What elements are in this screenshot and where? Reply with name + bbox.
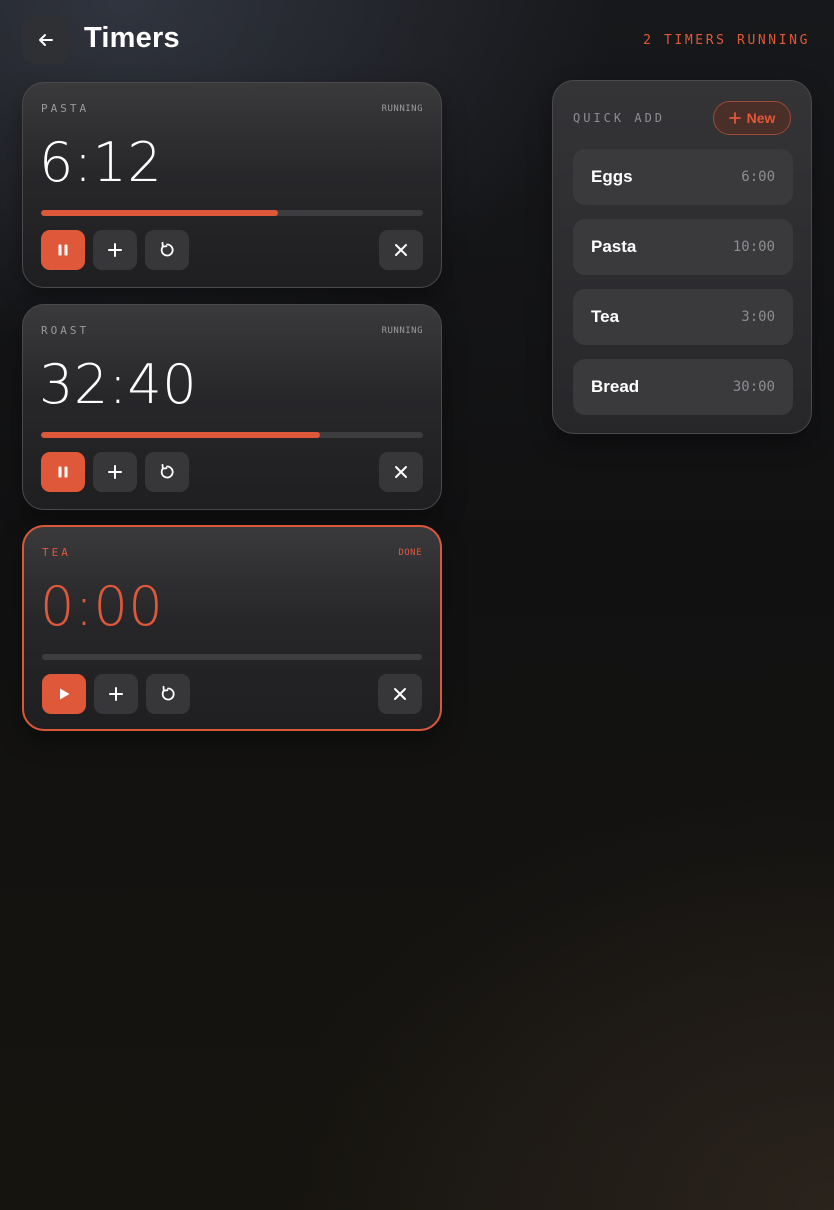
timer-label: PASTA bbox=[41, 102, 90, 115]
page-title: Timers bbox=[84, 22, 180, 54]
preset-duration: 30:00 bbox=[732, 379, 775, 395]
preset-name: Tea bbox=[591, 307, 620, 326]
timer-state-badge: RUNNING bbox=[381, 326, 423, 336]
add-time-button[interactable] bbox=[94, 674, 138, 714]
remove-timer-button[interactable] bbox=[379, 452, 423, 492]
preset-item-tea[interactable]: Tea 3:00 bbox=[573, 289, 793, 345]
remove-timer-button[interactable] bbox=[378, 674, 422, 714]
new-preset-label: New bbox=[746, 110, 776, 126]
reset-icon bbox=[160, 241, 174, 257]
preset-name: Eggs bbox=[591, 167, 633, 186]
timer-progress-fill bbox=[41, 210, 278, 216]
plus-icon bbox=[728, 112, 741, 124]
arrow-left-icon bbox=[39, 34, 53, 46]
reset-button[interactable] bbox=[145, 452, 189, 492]
timer-card-roast: ROAST RUNNING 32:40 bbox=[22, 304, 442, 510]
pause-icon bbox=[58, 466, 68, 478]
plus-icon bbox=[108, 243, 122, 257]
preset-duration: 3:00 bbox=[741, 309, 775, 325]
timer-countdown: 32:40 bbox=[39, 353, 198, 416]
timer-progress-bar bbox=[42, 654, 422, 660]
pause-icon bbox=[58, 244, 68, 256]
preset-name: Bread bbox=[591, 377, 640, 396]
timer-progress-bar bbox=[41, 210, 423, 216]
timer-label: ROAST bbox=[41, 324, 90, 337]
close-icon bbox=[395, 466, 407, 478]
preset-item-bread[interactable]: Bread 30:00 bbox=[573, 359, 793, 415]
reset-icon bbox=[160, 463, 174, 479]
add-time-button[interactable] bbox=[93, 452, 137, 492]
reset-button[interactable] bbox=[145, 230, 189, 270]
timer-card-pasta: PASTA RUNNING 6:12 bbox=[22, 82, 442, 288]
pause-button[interactable] bbox=[41, 230, 85, 270]
pause-button[interactable] bbox=[41, 452, 85, 492]
new-preset-button[interactable]: New bbox=[713, 101, 791, 135]
play-icon bbox=[60, 688, 70, 700]
reset-icon bbox=[161, 685, 175, 701]
timer-progress-bar bbox=[41, 432, 423, 438]
running-count-status: 2 TIMERS RUNNING bbox=[643, 33, 810, 48]
play-button[interactable] bbox=[42, 674, 86, 714]
preset-item-eggs[interactable]: Eggs 6:00 bbox=[573, 149, 793, 205]
preset-item-pasta[interactable]: Pasta 10:00 bbox=[573, 219, 793, 275]
preset-name: Pasta bbox=[591, 237, 637, 256]
quick-add-title: QUICK ADD bbox=[573, 111, 666, 125]
timer-card-tea: TEA DONE 0:00 bbox=[22, 525, 442, 731]
timer-state-badge: RUNNING bbox=[381, 104, 423, 114]
preset-duration: 10:00 bbox=[732, 239, 775, 255]
quick-add-panel: QUICK ADD New Eggs 6:00 Pasta 10:00 Tea … bbox=[552, 80, 812, 434]
timer-countdown: 0:00 bbox=[40, 575, 164, 638]
preset-duration: 6:00 bbox=[741, 169, 775, 185]
add-time-button[interactable] bbox=[93, 230, 137, 270]
plus-icon bbox=[108, 465, 122, 479]
close-icon bbox=[395, 244, 407, 256]
reset-button[interactable] bbox=[146, 674, 190, 714]
timer-state-badge: DONE bbox=[398, 548, 422, 558]
back-button[interactable] bbox=[22, 16, 70, 64]
timer-countdown: 6:12 bbox=[39, 131, 163, 194]
timer-label: TEA bbox=[42, 546, 71, 559]
timer-progress-fill bbox=[41, 432, 320, 438]
plus-icon bbox=[109, 687, 123, 701]
remove-timer-button[interactable] bbox=[379, 230, 423, 270]
close-icon bbox=[394, 688, 406, 700]
